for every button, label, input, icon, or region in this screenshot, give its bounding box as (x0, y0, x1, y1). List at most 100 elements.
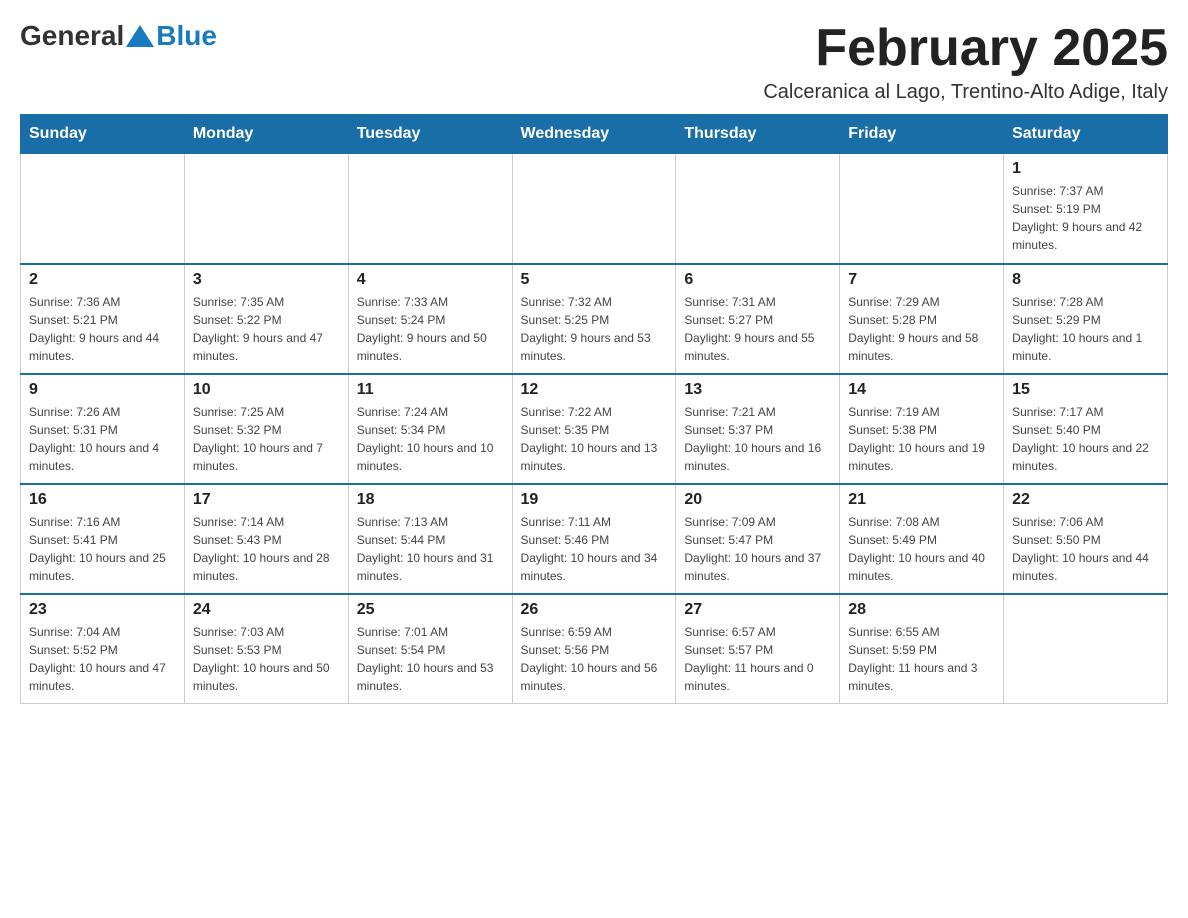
day-info: Sunrise: 7:08 AM Sunset: 5:49 PM Dayligh… (848, 513, 995, 585)
day-number: 7 (848, 271, 995, 289)
day-number: 28 (848, 601, 995, 619)
day-info: Sunrise: 7:37 AM Sunset: 5:19 PM Dayligh… (1012, 182, 1159, 254)
calendar-day-cell (676, 154, 840, 264)
calendar-day-cell: 22Sunrise: 7:06 AM Sunset: 5:50 PM Dayli… (1004, 484, 1168, 594)
day-info: Sunrise: 7:16 AM Sunset: 5:41 PM Dayligh… (29, 513, 176, 585)
day-of-week-header: Sunday (21, 115, 185, 154)
calendar-day-cell: 15 Sunrise: 7:17 AM Sunset: 5:40 PM Dayli… (1004, 374, 1168, 484)
calendar-day-cell: 5 Sunrise: 7:32 AM Sunset: 5:25 PM Daylig… (512, 264, 676, 374)
day-number: 14 (848, 381, 995, 399)
day-info: Sunrise: 7:31 AM Sunset: 5:27 PM Dayligh… (684, 293, 831, 365)
day-number: 17 (193, 491, 340, 509)
day-number: 11 (357, 381, 504, 399)
day-info: Sunrise: 7:03 AM Sunset: 5:53 PM Dayligh… (193, 623, 340, 695)
day-number: 16 (29, 491, 176, 509)
day-number: 25 (357, 601, 504, 619)
calendar-day-cell: 27 Sunrise: 6:57 AM Sunset: 5:57 PM Dayli… (676, 594, 840, 704)
day-info: Sunrise: 7:22 AM Sunset: 5:35 PM Dayligh… (521, 403, 668, 475)
day-of-week-header: Tuesday (348, 115, 512, 154)
calendar-day-cell: 14Sunrise: 7:19 AM Sunset: 5:38 PM Dayli… (840, 374, 1004, 484)
day-info: Sunrise: 7:28 AM Sunset: 5:29 PM Dayligh… (1012, 293, 1159, 365)
day-of-week-header: Wednesday (512, 115, 676, 154)
calendar-week-row: 2 Sunrise: 7:36 AM Sunset: 5:21 PM Daylig… (21, 264, 1168, 374)
logo-blue-text: Blue (156, 20, 217, 52)
calendar-day-cell: 19 Sunrise: 7:11 AM Sunset: 5:46 PM Dayli… (512, 484, 676, 594)
calendar-table: SundayMondayTuesdayWednesdayThursdayFrid… (20, 114, 1168, 704)
day-of-week-header: Monday (184, 115, 348, 154)
page-header: General Blue February 2025 Calceranica a… (20, 20, 1168, 104)
calendar-day-cell: 11 Sunrise: 7:24 AM Sunset: 5:34 PM Dayli… (348, 374, 512, 484)
day-info: Sunrise: 6:55 AM Sunset: 5:59 PM Dayligh… (848, 623, 995, 695)
day-info: Sunrise: 7:13 AM Sunset: 5:44 PM Dayligh… (357, 513, 504, 585)
calendar-day-cell: 2 Sunrise: 7:36 AM Sunset: 5:21 PM Daylig… (21, 264, 185, 374)
day-info: Sunrise: 7:35 AM Sunset: 5:22 PM Dayligh… (193, 293, 340, 365)
calendar-header-row: SundayMondayTuesdayWednesdayThursdayFrid… (21, 115, 1168, 154)
day-info: Sunrise: 7:24 AM Sunset: 5:34 PM Dayligh… (357, 403, 504, 475)
calendar-day-cell: 12 Sunrise: 7:22 AM Sunset: 5:35 PM Dayli… (512, 374, 676, 484)
calendar-week-row: 23 Sunrise: 7:04 AM Sunset: 5:52 PM Dayli… (21, 594, 1168, 704)
calendar-day-cell (840, 154, 1004, 264)
calendar-day-cell (184, 154, 348, 264)
day-number: 15 (1012, 381, 1159, 399)
logo: General Blue (20, 20, 217, 52)
calendar-week-row: 1 Sunrise: 7:37 AM Sunset: 5:19 PM Daylig… (21, 154, 1168, 264)
day-info: Sunrise: 7:09 AM Sunset: 5:47 PM Dayligh… (684, 513, 831, 585)
calendar-day-cell: 8 Sunrise: 7:28 AM Sunset: 5:29 PM Daylig… (1004, 264, 1168, 374)
day-info: Sunrise: 7:14 AM Sunset: 5:43 PM Dayligh… (193, 513, 340, 585)
calendar-day-cell: 24 Sunrise: 7:03 AM Sunset: 5:53 PM Dayli… (184, 594, 348, 704)
calendar-day-cell: 4Sunrise: 7:33 AM Sunset: 5:24 PM Daylig… (348, 264, 512, 374)
day-number: 12 (521, 381, 668, 399)
logo-general-text: General (20, 20, 124, 52)
day-number: 22 (1012, 491, 1159, 509)
day-info: Sunrise: 7:26 AM Sunset: 5:31 PM Dayligh… (29, 403, 176, 475)
day-number: 6 (684, 271, 831, 289)
calendar-day-cell: 6 Sunrise: 7:31 AM Sunset: 5:27 PM Daylig… (676, 264, 840, 374)
day-number: 5 (521, 271, 668, 289)
calendar-day-cell: 9 Sunrise: 7:26 AM Sunset: 5:31 PM Daylig… (21, 374, 185, 484)
calendar-day-cell: 26 Sunrise: 6:59 AM Sunset: 5:56 PM Dayli… (512, 594, 676, 704)
day-info: Sunrise: 6:59 AM Sunset: 5:56 PM Dayligh… (521, 623, 668, 695)
day-number: 23 (29, 601, 176, 619)
day-number: 26 (521, 601, 668, 619)
day-of-week-header: Thursday (676, 115, 840, 154)
month-year-title: February 2025 (763, 20, 1168, 77)
calendar-day-cell: 1 Sunrise: 7:37 AM Sunset: 5:19 PM Daylig… (1004, 154, 1168, 264)
calendar-day-cell: 7 Sunrise: 7:29 AM Sunset: 5:28 PM Daylig… (840, 264, 1004, 374)
calendar-day-cell: 20Sunrise: 7:09 AM Sunset: 5:47 PM Dayli… (676, 484, 840, 594)
calendar-day-cell: 21Sunrise: 7:08 AM Sunset: 5:49 PM Dayli… (840, 484, 1004, 594)
day-number: 4 (357, 271, 504, 289)
calendar-day-cell (21, 154, 185, 264)
day-info: Sunrise: 7:32 AM Sunset: 5:25 PM Dayligh… (521, 293, 668, 365)
day-info: Sunrise: 7:36 AM Sunset: 5:21 PM Dayligh… (29, 293, 176, 365)
logo-text: General Blue (20, 20, 217, 52)
calendar-day-cell: 3 Sunrise: 7:35 AM Sunset: 5:22 PM Daylig… (184, 264, 348, 374)
day-number: 13 (684, 381, 831, 399)
title-section: February 2025 Calceranica al Lago, Trent… (763, 20, 1168, 104)
location-subtitle: Calceranica al Lago, Trentino-Alto Adige… (763, 81, 1168, 104)
calendar-day-cell: 13 Sunrise: 7:21 AM Sunset: 5:37 PM Dayli… (676, 374, 840, 484)
day-number: 19 (521, 491, 668, 509)
calendar-week-row: 9 Sunrise: 7:26 AM Sunset: 5:31 PM Daylig… (21, 374, 1168, 484)
logo-triangle-icon (126, 25, 154, 47)
day-number: 8 (1012, 271, 1159, 289)
day-info: Sunrise: 6:57 AM Sunset: 5:57 PM Dayligh… (684, 623, 831, 695)
day-info: Sunrise: 7:11 AM Sunset: 5:46 PM Dayligh… (521, 513, 668, 585)
calendar-day-cell (512, 154, 676, 264)
day-info: Sunrise: 7:21 AM Sunset: 5:37 PM Dayligh… (684, 403, 831, 475)
day-info: Sunrise: 7:29 AM Sunset: 5:28 PM Dayligh… (848, 293, 995, 365)
calendar-day-cell: 28 Sunrise: 6:55 AM Sunset: 5:59 PM Dayli… (840, 594, 1004, 704)
day-number: 1 (1012, 160, 1159, 178)
calendar-day-cell: 16 Sunrise: 7:16 AM Sunset: 5:41 PM Dayli… (21, 484, 185, 594)
day-info: Sunrise: 7:17 AM Sunset: 5:40 PM Dayligh… (1012, 403, 1159, 475)
calendar-day-cell (1004, 594, 1168, 704)
day-info: Sunrise: 7:25 AM Sunset: 5:32 PM Dayligh… (193, 403, 340, 475)
day-number: 2 (29, 271, 176, 289)
day-number: 27 (684, 601, 831, 619)
day-info: Sunrise: 7:04 AM Sunset: 5:52 PM Dayligh… (29, 623, 176, 695)
calendar-day-cell: 17 Sunrise: 7:14 AM Sunset: 5:43 PM Dayli… (184, 484, 348, 594)
day-info: Sunrise: 7:01 AM Sunset: 5:54 PM Dayligh… (357, 623, 504, 695)
logo-blue-part: Blue (124, 20, 217, 52)
day-number: 9 (29, 381, 176, 399)
day-number: 3 (193, 271, 340, 289)
day-number: 24 (193, 601, 340, 619)
